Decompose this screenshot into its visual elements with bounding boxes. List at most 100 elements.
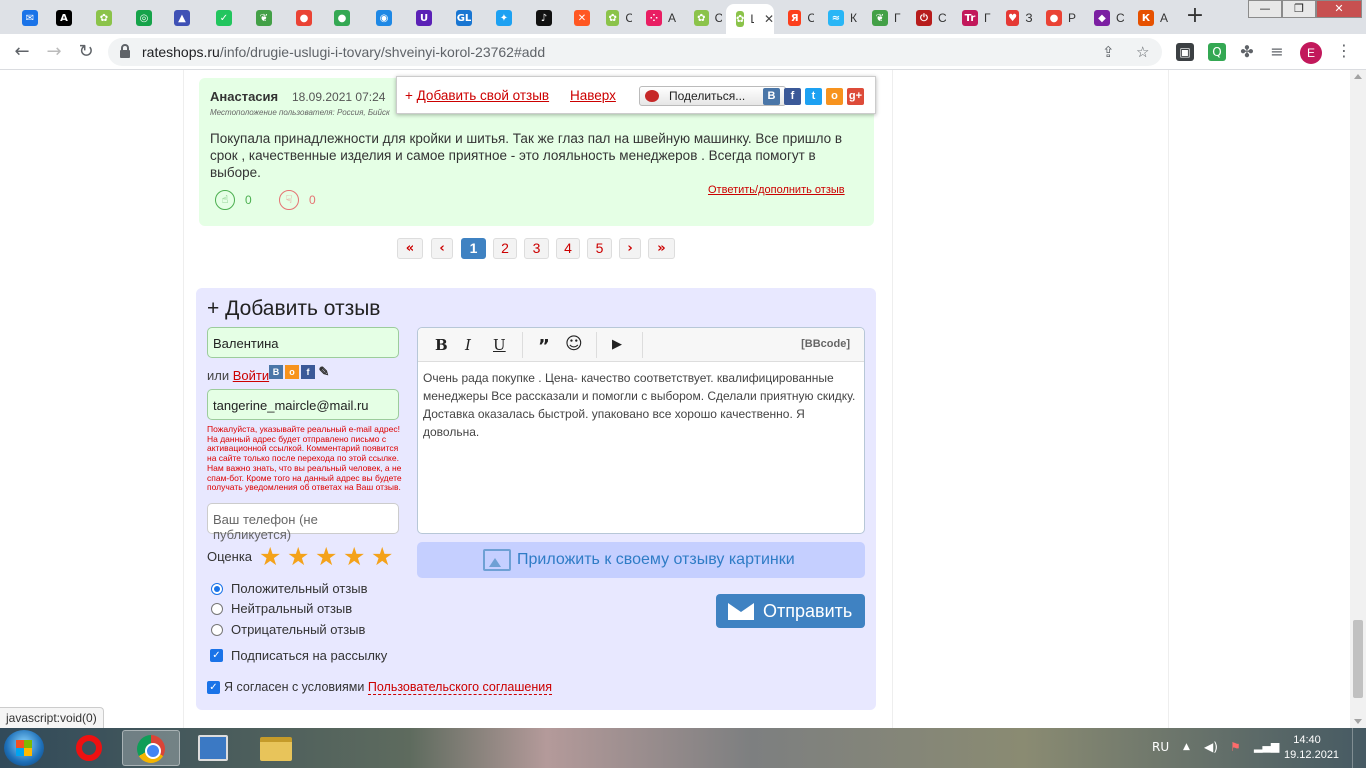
radio-neutral-label[interactable]: Нейтральный отзыв (231, 601, 352, 616)
scroll-up-icon[interactable] (1354, 74, 1362, 79)
forward-arrow-icon[interactable]: → (44, 42, 64, 62)
new-tab-button[interactable]: + (1182, 5, 1208, 28)
twitter-icon[interactable]: t (805, 88, 822, 105)
language-indicator[interactable]: RU (1152, 740, 1169, 754)
reply-link[interactable]: Ответить/дополнить отзыв (708, 184, 845, 196)
browser-tab[interactable]: ✿ С (684, 4, 722, 32)
browser-tab[interactable]: ✕ (564, 4, 592, 32)
browser-tab[interactable]: ♪ (526, 4, 560, 32)
browser-tab[interactable]: ✿ С (596, 4, 632, 32)
volume-icon[interactable]: ◀) (1204, 740, 1218, 754)
login-link[interactable]: Войти (233, 368, 269, 383)
reading-list-icon[interactable]: ≡ (1268, 43, 1286, 61)
page-button-2[interactable]: 2 (493, 238, 517, 259)
page-button-4[interactable]: 4 (556, 238, 580, 259)
send-button[interactable]: Отправить (716, 594, 865, 628)
vk-icon[interactable]: B (763, 88, 780, 105)
page-next-button[interactable]: › (619, 238, 641, 259)
browser-tab[interactable]: ЯС (778, 4, 814, 32)
profile-avatar[interactable]: E (1300, 42, 1322, 64)
page-last-button[interactable]: » (648, 238, 675, 259)
browser-tab[interactable]: U (406, 4, 442, 32)
page-button-5[interactable]: 5 (587, 238, 612, 259)
browser-tab[interactable]: GL (446, 4, 482, 32)
browser-tab[interactable]: ◉ (366, 4, 402, 32)
agreement-link[interactable]: Пользовательского соглашения (367, 680, 553, 695)
maximize-button[interactable]: ❐ (1282, 0, 1316, 18)
browser-tab[interactable]: ▲ (164, 4, 202, 32)
star-icon[interactable]: ★ (259, 544, 281, 569)
browser-tab[interactable]: ❦ Г (862, 4, 902, 32)
taskbar-clock[interactable]: 14:40 19.12.2021 (1284, 733, 1339, 763)
agree-checkbox[interactable]: ✓ (207, 681, 220, 694)
browser-tab[interactable]: ≈ К (818, 4, 858, 32)
radio-negative[interactable] (211, 624, 223, 636)
star-icon[interactable]: ★ (371, 544, 393, 569)
minimize-button[interactable]: — (1248, 0, 1282, 18)
browser-tab[interactable]: ✉ (12, 4, 42, 32)
star-icon[interactable]: ★ (343, 544, 365, 569)
browser-tab[interactable]: ❦ (246, 4, 282, 32)
facebook-login-icon[interactable]: f (301, 365, 315, 379)
browser-tab[interactable]: ◎ (126, 4, 160, 32)
browser-tab[interactable]: ✦ (486, 4, 522, 32)
page-first-button[interactable]: « (397, 238, 423, 259)
page-button-1[interactable]: 1 (461, 238, 486, 259)
network-alert-icon[interactable]: ⚑ (1230, 740, 1241, 754)
extension-screen-icon[interactable]: ▣ (1176, 43, 1194, 61)
video-icon[interactable]: ▶ (612, 337, 622, 352)
subscribe-label[interactable]: Подписаться на рассылку (231, 648, 387, 663)
taskbar-control-panel[interactable] (184, 730, 242, 766)
smiley-icon[interactable]: ☺ (565, 334, 583, 354)
browser-tab[interactable]: ✓ (206, 4, 242, 32)
page-prev-button[interactable]: ‹ (431, 238, 453, 259)
facebook-icon[interactable]: f (784, 88, 801, 105)
scroll-down-icon[interactable] (1354, 719, 1362, 724)
extension-q-icon[interactable]: Q (1208, 43, 1226, 61)
browser-tab[interactable]: ● (324, 4, 362, 32)
review-textarea[interactable]: Очень рада покупке . Цена- качество соот… (423, 369, 863, 441)
browser-tab[interactable]: Tr Г (952, 4, 992, 32)
review-editor[interactable]: B I U ” ☺ ▶ [BBcode] Очень рада покупке … (417, 327, 865, 534)
page-button-3[interactable]: 3 (524, 238, 549, 259)
scroll-top-link[interactable]: Наверх (570, 88, 616, 103)
underline-icon[interactable]: U (493, 336, 506, 354)
radio-positive-label[interactable]: Положительный отзыв (231, 581, 368, 596)
browser-tab[interactable]: ◆ С (1084, 4, 1124, 32)
page-scrollbar[interactable] (1350, 70, 1366, 728)
bold-icon[interactable]: B (435, 336, 448, 354)
show-desktop-button[interactable] (1352, 728, 1366, 768)
start-button[interactable] (4, 730, 44, 766)
subscribe-checkbox[interactable]: ✓ (210, 649, 223, 662)
browser-tab[interactable]: КА (1128, 4, 1172, 32)
back-arrow-icon[interactable]: ← (12, 42, 32, 62)
phone-input[interactable]: Ваш телефон (не публикуется) (207, 503, 399, 542)
bbcode-toggle[interactable]: [BBcode] (801, 338, 850, 350)
attach-images-button[interactable]: Приложить к своему отзыву картинки (417, 542, 865, 578)
close-window-button[interactable]: ✕ (1316, 0, 1362, 18)
close-tab-icon[interactable]: ✕ (764, 12, 774, 26)
browser-tab[interactable]: ✿ Ш ✕ (726, 4, 774, 34)
radio-neutral[interactable] (211, 603, 223, 615)
taskbar-explorer[interactable] (246, 730, 304, 766)
browser-tab[interactable]: ● (286, 4, 320, 32)
pencil-login-icon[interactable]: ✎ (317, 365, 331, 379)
google-plus-icon[interactable]: g+ (847, 88, 864, 105)
radio-negative-label[interactable]: Отрицательный отзыв (231, 622, 365, 637)
browser-tab[interactable]: ♥ З (996, 4, 1032, 32)
browser-tab[interactable]: A (46, 4, 82, 32)
thumbs-up-icon[interactable]: ☝ (215, 190, 235, 210)
star-icon[interactable]: ★ (315, 544, 337, 569)
name-input[interactable]: Валентина (207, 327, 399, 358)
lock-icon[interactable] (120, 44, 130, 58)
italic-icon[interactable]: I (465, 336, 471, 354)
ok-login-icon[interactable]: o (285, 365, 299, 379)
add-review-link[interactable]: + Добавить свой отзыв (405, 88, 549, 103)
menu-dots-icon[interactable]: ⋮ (1336, 41, 1352, 60)
browser-tab[interactable]: ● Р (1036, 4, 1080, 32)
thumbs-down-icon[interactable]: ☟ (279, 190, 299, 210)
browser-tab[interactable]: ✿ (86, 4, 122, 32)
vk-login-icon[interactable]: B (269, 365, 283, 379)
taskbar-chrome[interactable] (122, 730, 180, 766)
extensions-puzzle-icon[interactable]: ✤ (1238, 43, 1256, 61)
